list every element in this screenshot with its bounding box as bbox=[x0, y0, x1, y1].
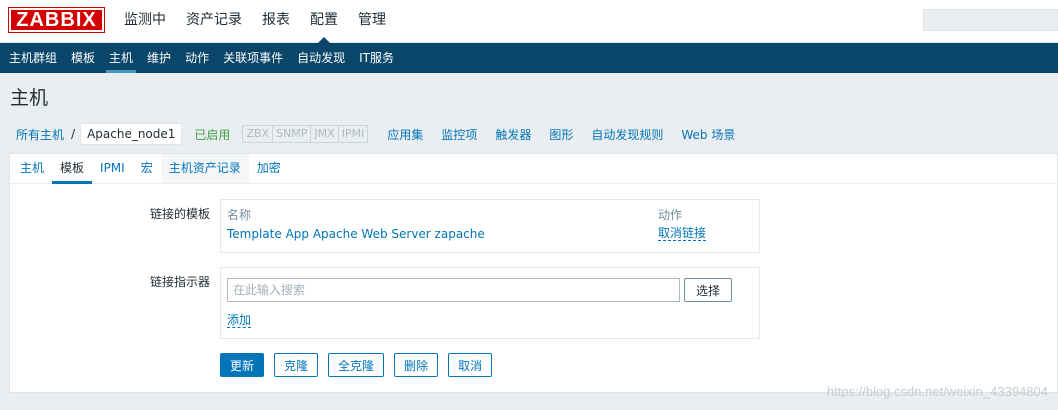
breadcrumb-separator: / bbox=[71, 127, 76, 141]
tab-templates[interactable]: 模板 bbox=[52, 154, 93, 184]
link-items[interactable]: 监控项 bbox=[432, 126, 486, 143]
global-search-input[interactable] bbox=[923, 9, 1058, 31]
watermark: https://blog.csdn.net/weixin_43394804 bbox=[826, 384, 1048, 399]
breadcrumb-current-host[interactable]: Apache_node1 bbox=[80, 123, 183, 145]
submenu-maintenance[interactable]: 维护 bbox=[140, 43, 178, 73]
page-title: 主机 bbox=[10, 87, 49, 109]
delete-button[interactable]: 删除 bbox=[394, 353, 439, 377]
clone-button[interactable]: 克隆 bbox=[274, 353, 319, 377]
link-indicator-label: 链接指示器 bbox=[149, 275, 210, 289]
cancel-button[interactable]: 取消 bbox=[448, 353, 493, 377]
link-applications[interactable]: 应用集 bbox=[378, 126, 432, 143]
submenu-discovery[interactable]: 自动发现 bbox=[290, 43, 352, 73]
full-clone-button[interactable]: 全克隆 bbox=[328, 353, 385, 377]
link-web-scenarios[interactable]: Web 场景 bbox=[672, 126, 744, 143]
linked-template-name[interactable]: Template App Apache Web Server zapache bbox=[227, 227, 485, 241]
unlink-button[interactable]: 取消链接 bbox=[658, 227, 707, 241]
link-indicator-box: 选择 添加 bbox=[220, 267, 760, 339]
submenu-host-groups[interactable]: 主机群组 bbox=[2, 43, 64, 73]
link-graphs[interactable]: 图形 bbox=[540, 126, 582, 143]
link-discovery-rules[interactable]: 自动发现规则 bbox=[582, 126, 672, 143]
availability-jmx: JMX bbox=[311, 125, 339, 143]
menu-inventory[interactable]: 资产记录 bbox=[176, 0, 252, 43]
availability-snmp: SNMP bbox=[273, 125, 312, 143]
breadcrumb-all-hosts[interactable]: 所有主机 bbox=[10, 126, 70, 143]
host-form-tabs: 主机 模板 IPMI 宏 主机资产记录 加密 bbox=[10, 154, 1057, 184]
column-header-action: 动作 bbox=[658, 208, 683, 222]
menu-reports[interactable]: 报表 bbox=[252, 0, 300, 43]
sub-menu: 主机群组 模板 主机 维护 动作 关联项事件 自动发现 IT服务 bbox=[0, 43, 1058, 73]
update-button[interactable]: 更新 bbox=[220, 353, 265, 377]
submenu-templates[interactable]: 模板 bbox=[64, 43, 102, 73]
top-bar: ZABBIX 监测中 资产记录 报表 配置 管理 bbox=[0, 0, 1058, 44]
zabbix-logo[interactable]: ZABBIX bbox=[8, 7, 105, 33]
host-form-panel: 主机 模板 IPMI 宏 主机资产记录 加密 链接的模板 名称 动作 Templ… bbox=[9, 153, 1058, 393]
menu-configuration[interactable]: 配置 bbox=[300, 0, 348, 44]
submenu-it-services[interactable]: IT服务 bbox=[352, 43, 401, 73]
availability-zbx: ZBX bbox=[242, 125, 274, 143]
main-menu: 监测中 资产记录 报表 配置 管理 bbox=[114, 0, 396, 44]
select-button[interactable]: 选择 bbox=[684, 278, 732, 302]
column-header-name: 名称 bbox=[227, 208, 252, 222]
tab-macros[interactable]: 宏 bbox=[133, 154, 161, 183]
tab-ipmi[interactable]: IPMI bbox=[92, 154, 133, 183]
linked-templates-label: 链接的模板 bbox=[149, 207, 210, 221]
submenu-hosts[interactable]: 主机 bbox=[102, 43, 140, 73]
availability-ipmi: IPMI bbox=[338, 125, 369, 143]
link-triggers[interactable]: 触发器 bbox=[486, 126, 540, 143]
submenu-event-correlation[interactable]: 关联项事件 bbox=[216, 43, 290, 73]
add-link[interactable]: 添加 bbox=[227, 313, 252, 328]
linked-templates-table: 名称 动作 Template App Apache Web Server zap… bbox=[220, 199, 760, 253]
menu-monitoring[interactable]: 监测中 bbox=[114, 0, 176, 43]
availability-indicators: ZBX SNMP JMX IPMI bbox=[242, 125, 369, 143]
template-search-input[interactable] bbox=[227, 278, 680, 302]
host-status-enabled[interactable]: 已启用 bbox=[182, 126, 242, 143]
menu-administration[interactable]: 管理 bbox=[348, 0, 396, 43]
tab-host[interactable]: 主机 bbox=[12, 154, 52, 183]
tab-encryption[interactable]: 加密 bbox=[249, 154, 289, 183]
host-navigation: 所有主机 / Apache_node1 已启用 ZBX SNMP JMX IPM… bbox=[10, 122, 744, 146]
form-actions: 更新 克隆 全克隆 删除 取消 bbox=[220, 353, 502, 377]
submenu-actions[interactable]: 动作 bbox=[178, 43, 216, 73]
tab-inventory[interactable]: 主机资产记录 bbox=[160, 154, 249, 183]
